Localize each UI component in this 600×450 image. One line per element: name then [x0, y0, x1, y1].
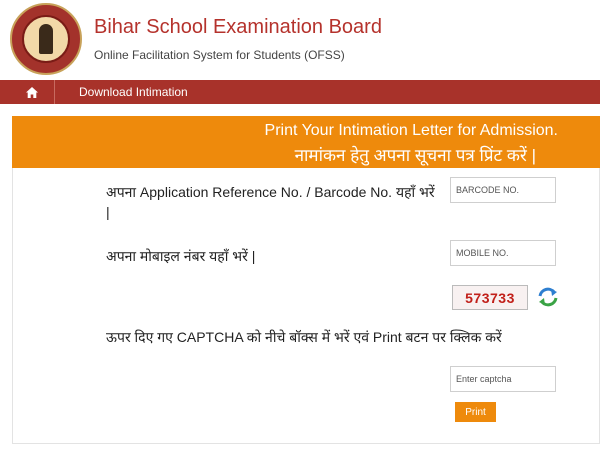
mobile-input[interactable]: MOBILE NO.	[450, 240, 556, 266]
barcode-label: अपना Application Reference No. / Barcode…	[106, 184, 435, 220]
nav-download-intimation[interactable]: Download Intimation	[79, 85, 188, 99]
board-subtitle: Online Facilitation System for Students …	[94, 48, 345, 62]
captcha-image: 573733	[452, 285, 528, 310]
banner-hindi: नामांकन हेतु अपना सूचना पत्र प्रिंट करें…	[294, 146, 536, 165]
page-header: Bihar School Examination Board Online Fa…	[0, 0, 600, 80]
board-title: Bihar School Examination Board	[94, 16, 382, 38]
print-button[interactable]: Print	[455, 402, 496, 422]
banner-english: Print Your Intimation Letter for Admissi…	[264, 122, 558, 139]
barcode-input[interactable]: BARCODE NO.	[450, 177, 556, 203]
nav-bar: Download Intimation	[0, 80, 600, 104]
nav-divider	[54, 80, 55, 104]
logo-emblem	[22, 15, 70, 63]
instruction-banner: Print Your Intimation Letter for Admissi…	[12, 116, 600, 168]
captcha-instruction: ऊपर दिए गए CAPTCHA को नीचे बॉक्स में भरे…	[106, 329, 502, 345]
home-icon	[26, 86, 38, 98]
logo-figure	[39, 24, 53, 54]
refresh-captcha-icon[interactable]	[537, 287, 559, 307]
bseb-logo	[10, 3, 82, 75]
captcha-input[interactable]: Enter captcha	[450, 366, 556, 392]
mobile-label: अपना मोबाइल नंबर यहाँ भरें |	[106, 248, 256, 264]
home-button[interactable]	[22, 80, 42, 104]
